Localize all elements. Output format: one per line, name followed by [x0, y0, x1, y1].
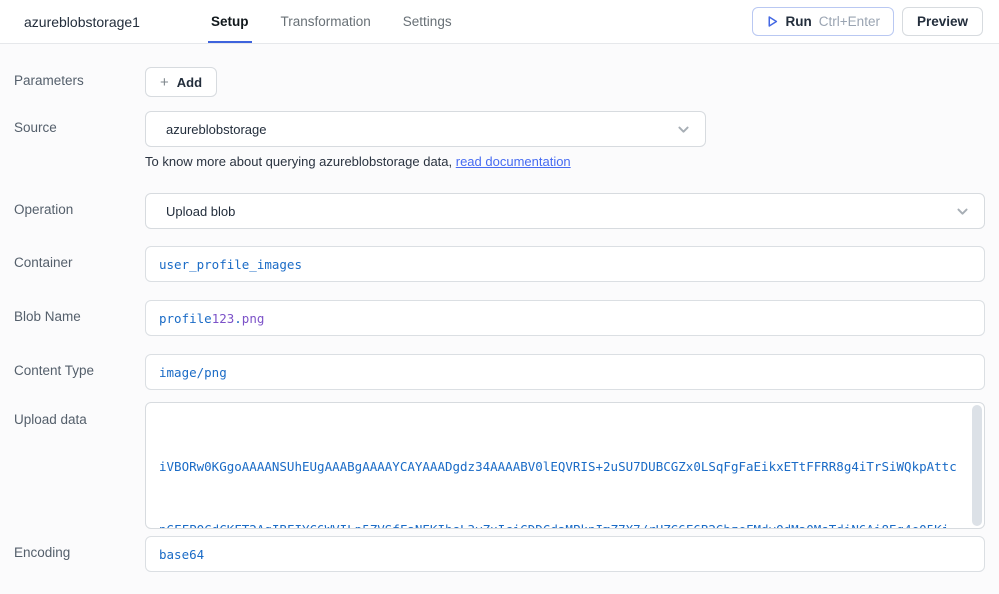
- query-editor: azureblobstorage1 Setup Transformation S…: [0, 0, 999, 572]
- blob-name-input[interactable]: profile123.png: [145, 300, 985, 336]
- source-select-value: azureblobstorage: [166, 122, 676, 137]
- upload-data-line: pGFFPOCdCKFT2AgIBFIYC6WVILp5ZVSfFaNEKIhs…: [159, 519, 960, 529]
- tab-setup[interactable]: Setup: [208, 0, 252, 43]
- source-help-text: To know more about querying azureblobsto…: [145, 154, 985, 169]
- run-label: Run: [786, 14, 812, 29]
- add-parameter-button[interactable]: + Add: [145, 67, 217, 97]
- upload-data-row: Upload data iVBORw0KGgoAAAANSUhEUgAAABgA…: [14, 402, 985, 529]
- container-row: Container user_profile_images: [14, 246, 985, 282]
- tab-bar: Setup Transformation Settings: [208, 0, 455, 43]
- blob-name-row: Blob Name profile123.png: [14, 300, 985, 336]
- query-setup-form: Parameters + Add Source azureblobstorage: [0, 44, 999, 572]
- operation-row: Operation Upload blob: [14, 193, 985, 229]
- vertical-scrollbar[interactable]: [972, 405, 982, 526]
- content-type-row: Content Type image/png: [14, 354, 985, 390]
- operation-label: Operation: [14, 193, 145, 229]
- chevron-down-icon: [955, 204, 970, 219]
- add-label: Add: [177, 75, 202, 90]
- code-token: 123: [212, 311, 235, 326]
- upload-data-editor[interactable]: iVBORw0KGgoAAAANSUhEUgAAABgAAAAYCAYAAADg…: [145, 402, 985, 529]
- source-select[interactable]: azureblobstorage: [145, 111, 706, 147]
- source-help-prefix: To know more about querying azureblobsto…: [145, 154, 456, 169]
- parameters-row: Parameters + Add: [14, 67, 985, 97]
- tab-transformation[interactable]: Transformation: [278, 0, 374, 43]
- source-label: Source: [14, 111, 145, 169]
- code-token: .: [234, 311, 242, 326]
- container-label: Container: [14, 246, 145, 282]
- operation-select-value: Upload blob: [166, 204, 955, 219]
- run-shortcut: Ctrl+Enter: [819, 14, 880, 29]
- code-token: profile: [159, 311, 212, 326]
- upload-data-line: iVBORw0KGgoAAAANSUhEUgAAABgAAAAYCAYAAADg…: [159, 456, 960, 477]
- code-token: png: [242, 311, 265, 326]
- source-row: Source azureblobstorage To know more abo…: [14, 111, 985, 169]
- blob-name-label: Blob Name: [14, 300, 145, 336]
- preview-button[interactable]: Preview: [902, 7, 983, 36]
- upload-data-label: Upload data: [14, 402, 145, 529]
- parameters-label: Parameters: [14, 67, 145, 97]
- tab-settings[interactable]: Settings: [400, 0, 455, 43]
- operation-select[interactable]: Upload blob: [145, 193, 985, 229]
- encoding-row: Encoding base64: [14, 536, 985, 572]
- encoding-label: Encoding: [14, 536, 145, 572]
- content-type-input[interactable]: image/png: [145, 354, 985, 390]
- header-actions: Run Ctrl+Enter Preview: [752, 7, 983, 36]
- content-type-label: Content Type: [14, 354, 145, 390]
- chevron-down-icon: [676, 122, 691, 137]
- query-title: azureblobstorage1: [24, 14, 184, 30]
- plus-icon: +: [160, 75, 169, 90]
- play-icon: [766, 15, 779, 28]
- encoding-input[interactable]: base64: [145, 536, 985, 572]
- container-input[interactable]: user_profile_images: [145, 246, 985, 282]
- read-documentation-link[interactable]: read documentation: [456, 154, 571, 169]
- run-button[interactable]: Run Ctrl+Enter: [752, 7, 894, 36]
- query-header: azureblobstorage1 Setup Transformation S…: [0, 0, 999, 44]
